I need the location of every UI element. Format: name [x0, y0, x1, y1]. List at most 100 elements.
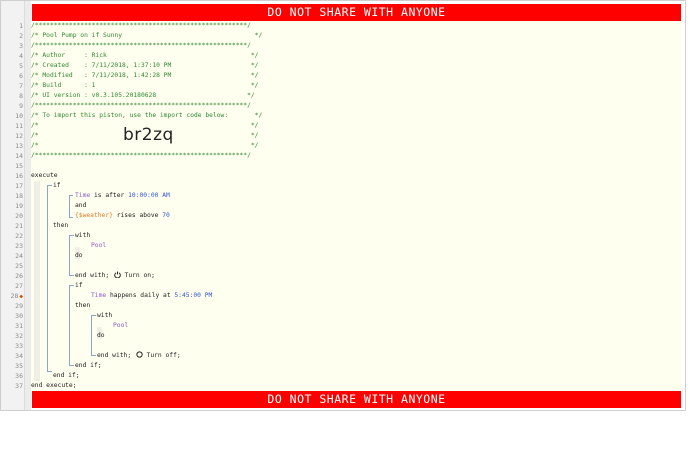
line-number: 12: [15, 131, 23, 140]
power-icon: [113, 271, 121, 278]
do2-keyword[interactable]: do: [97, 331, 105, 341]
then2-keyword[interactable]: then: [75, 301, 90, 311]
with2-block-bar: [91, 314, 92, 355]
created-line: /* Created : 7/11/2018, 1:37:10 PM */: [31, 61, 259, 69]
with-block-bar-top: [69, 234, 74, 236]
condition-bar-top: [69, 194, 73, 196]
line-number: 22: [15, 231, 23, 240]
if2-block-bar-bottom: [69, 364, 74, 366]
end-if-keyword[interactable]: end if;: [53, 371, 80, 381]
ui-version-line: /* UI version : v0.3.105.20180628 */: [31, 91, 255, 99]
then-keyword[interactable]: then: [53, 221, 68, 231]
end-execute-keyword[interactable]: end execute;: [31, 381, 77, 391]
line-number: 7: [19, 81, 23, 90]
line-number: 20: [15, 211, 23, 220]
warning-banner-top: DO NOT SHARE WITH ANYONE: [32, 4, 681, 21]
modified-line: /* Modified : 7/11/2018, 1:42:28 PM */: [31, 71, 259, 79]
line-number: 6: [19, 71, 23, 80]
piston-title: /* Pool Pump on if Sunny */: [31, 31, 263, 39]
execute-keyword[interactable]: execute: [31, 171, 58, 181]
operator-is-after: is after: [90, 191, 129, 199]
with2-block-bar-top: [91, 314, 96, 316]
line-number: 17: [15, 181, 23, 190]
line-number: 3: [19, 41, 23, 50]
line-number: 13: [15, 141, 23, 150]
line-number: 9: [19, 101, 23, 110]
if-block-bar: [47, 184, 48, 371]
comment-line: /***************************************…: [31, 21, 251, 29]
condition-time-after[interactable]: Time is after 10:00:00 AM: [75, 191, 170, 201]
line-number: 11: [15, 121, 23, 130]
condition-bar: [69, 194, 70, 217]
if-block-bar-top: [47, 184, 52, 186]
time-value: 5:45:00 PM: [174, 291, 213, 299]
import-hint-line: /* To import this piston, use the import…: [31, 111, 263, 119]
and-operator[interactable]: and: [75, 201, 86, 211]
comment-line: /***************************************…: [31, 41, 251, 49]
condition-weather[interactable]: {$weather} rises above 70: [75, 211, 170, 221]
line-number: 36: [15, 371, 23, 380]
condition-time-daily[interactable]: Time happens daily at 5:45:00 PM: [91, 291, 212, 301]
turn-on-command[interactable]: Turn on;: [91, 261, 155, 279]
warning-banner-bottom: DO NOT SHARE WITH ANYONE: [32, 391, 681, 408]
line-number: 30: [15, 311, 23, 320]
time-value: 10:00:00 AM: [128, 191, 170, 199]
if-keyword[interactable]: if: [53, 181, 61, 191]
line-number: 16: [15, 171, 23, 180]
circle-icon: [136, 351, 143, 358]
line-number: 34: [15, 351, 23, 360]
line-number: 25: [15, 261, 23, 270]
if2-keyword[interactable]: if: [75, 281, 83, 291]
with-keyword[interactable]: with: [75, 231, 90, 241]
device-pool[interactable]: Pool: [113, 321, 128, 331]
comment-line: /***************************************…: [31, 101, 251, 109]
build-line: /* Build : 1 */: [31, 81, 259, 89]
line-number: 1: [19, 21, 23, 30]
line-number-list: 1 2 3 4 5 6 7 8 9 10 11 12 13 14 15 16 17 18 19 20 21 22 23 24 2…: [1, 21, 23, 391]
if2-block-bar-top: [69, 284, 74, 286]
line-number: 32: [15, 331, 23, 340]
line-number: 8: [19, 91, 23, 100]
line-number: 2: [19, 31, 23, 40]
line-number: 33: [15, 341, 23, 350]
piston-code: /***************************************…: [31, 20, 682, 391]
line-number: 14: [15, 151, 23, 160]
line-number: 24: [15, 251, 23, 260]
time-variable: Time: [91, 291, 107, 299]
author-line: /* Author : Rick */: [31, 51, 259, 59]
line-number: 10: [15, 111, 23, 120]
import-code[interactable]: br2zq: [123, 125, 174, 145]
breakpoint-icon[interactable]: ◆: [19, 293, 23, 300]
operator-happens-daily: happens daily at: [106, 291, 175, 299]
end-with-keyword[interactable]: end with;: [75, 271, 109, 281]
turn-off-label: Turn off;: [146, 351, 181, 359]
end-with2-keyword[interactable]: end with;: [97, 351, 131, 361]
with-block-bar: [69, 234, 70, 275]
line-number: 35: [15, 361, 23, 370]
device-pool[interactable]: Pool: [91, 241, 106, 251]
comment-line: /***************************************…: [31, 151, 251, 159]
with-block-bar-bottom: [69, 274, 74, 276]
line-number: 26: [15, 271, 23, 280]
turn-off-command[interactable]: Turn off;: [113, 341, 181, 359]
turn-on-label: Turn on;: [124, 271, 155, 279]
weather-expression: {$weather}: [75, 211, 113, 219]
line-number: 18: [15, 191, 23, 200]
line-number: 27: [15, 281, 23, 290]
operator-rises-above: rises above: [112, 211, 163, 219]
with2-keyword[interactable]: with: [97, 311, 112, 321]
do-keyword[interactable]: do: [75, 251, 83, 261]
line-number: 19: [15, 201, 23, 210]
line-number: 23: [15, 241, 23, 250]
line-number: 5: [19, 61, 23, 70]
line-number: 21: [15, 221, 23, 230]
with2-block-bar-bottom: [91, 354, 96, 356]
line-number: 31: [15, 321, 23, 330]
if-block-bar-bottom: [47, 370, 52, 372]
execute-block-shade: [34, 180, 40, 381]
end-if2-keyword[interactable]: end if;: [75, 361, 102, 371]
line-number: 4: [19, 51, 23, 60]
line-number: 29: [15, 301, 23, 310]
line-number-gutter: 1 2 3 4 5 6 7 8 9 10 11 12 13 14 15 16 17 18 19 20 21 22 23 24 2…: [1, 1, 25, 410]
time-variable: Time: [75, 191, 91, 199]
